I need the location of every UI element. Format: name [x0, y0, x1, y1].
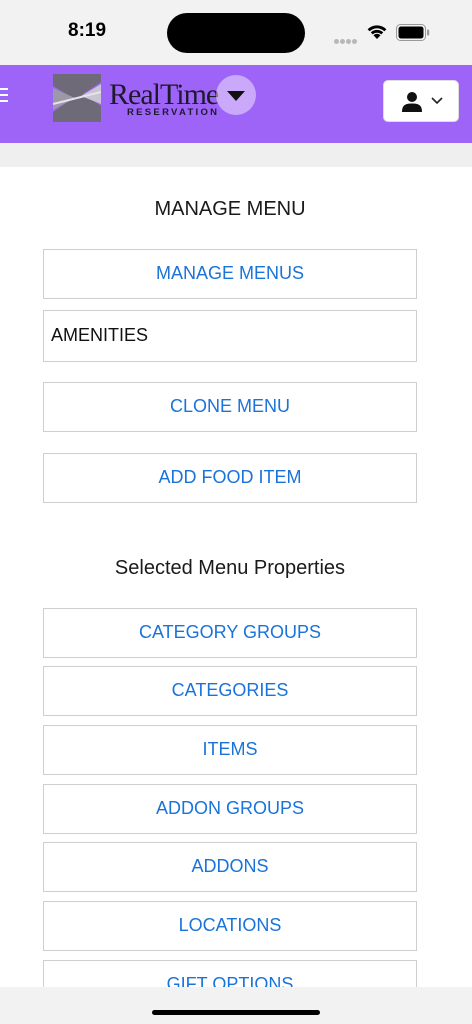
battery-icon	[396, 24, 430, 41]
cellular-signal-icon	[334, 31, 360, 44]
category-groups-button[interactable]: CATEGORY GROUPS	[43, 608, 417, 658]
venue-dropdown-button[interactable]	[216, 75, 256, 115]
add-food-item-button[interactable]: ADD FOOD ITEM	[43, 453, 417, 503]
status-bar: 8:19	[0, 0, 472, 65]
dynamic-island	[167, 13, 305, 53]
status-time: 8:19	[68, 20, 107, 41]
gift-options-button[interactable]: GIFT OPTIONS	[43, 960, 417, 987]
home-indicator[interactable]	[152, 1010, 320, 1015]
hamburger-menu-icon[interactable]	[0, 88, 8, 106]
manage-menu-title: MANAGE MENU	[154, 198, 306, 220]
user-icon	[402, 92, 422, 112]
brand-subtitle: RESERVATION	[127, 107, 220, 118]
categories-button[interactable]: CATEGORIES	[43, 666, 417, 716]
user-menu-button[interactable]	[383, 80, 459, 122]
header-spacer	[0, 143, 472, 167]
chevron-down-icon	[431, 97, 443, 105]
manage-menus-button[interactable]: MANAGE MENUS	[43, 249, 417, 299]
logo-mark-icon	[53, 74, 101, 122]
locations-button[interactable]: LOCATIONS	[43, 901, 417, 951]
clone-menu-button[interactable]: CLONE MENU	[43, 382, 417, 432]
manage-menu-panel: MANAGE MENU MANAGE MENUS AMENITIES CLONE…	[0, 167, 472, 987]
bottom-bar	[0, 987, 472, 1024]
menu-select[interactable]: AMENITIES	[43, 310, 417, 362]
wifi-icon	[367, 25, 387, 39]
selected-menu-properties-title: Selected Menu Properties	[114, 557, 346, 579]
addon-groups-button[interactable]: ADDON GROUPS	[43, 784, 417, 834]
items-button[interactable]: ITEMS	[43, 725, 417, 775]
addons-button[interactable]: ADDONS	[43, 842, 417, 892]
